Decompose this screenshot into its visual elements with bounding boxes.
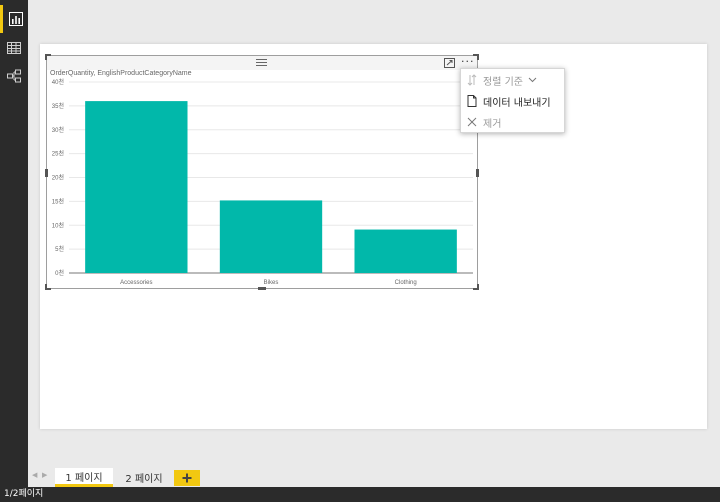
prev-page-arrow-icon[interactable]: ◀ xyxy=(32,471,37,479)
bar-bikes[interactable] xyxy=(219,200,323,273)
report-view-button[interactable] xyxy=(0,5,28,33)
y-tick-label: 5천 xyxy=(55,245,64,253)
chevron-down-icon xyxy=(528,77,537,83)
relationships-icon xyxy=(7,69,21,83)
report-canvas[interactable]: ··· OrderQuantity, EnglishProductCategor… xyxy=(40,44,707,429)
menu-item-sort[interactable]: 정렬 기준 xyxy=(461,70,564,90)
y-tick-label: 15천 xyxy=(52,197,64,205)
sort-icon xyxy=(467,74,477,86)
page-tab-bar: ◀ ▶ 1 페이지 2 페이지 xyxy=(28,467,720,487)
menu-item-export-data[interactable]: 데이터 내보내기 xyxy=(461,91,564,111)
left-rail xyxy=(0,0,28,487)
close-icon xyxy=(467,117,477,127)
visual-context-menu: 정렬 기준 데이터 내보내기 제거 xyxy=(460,68,565,133)
bar-clothing[interactable] xyxy=(354,229,457,273)
next-page-arrow-icon[interactable]: ▶ xyxy=(42,471,47,479)
menu-item-label: 데이터 내보내기 xyxy=(483,97,551,109)
y-tick-label: 0천 xyxy=(55,269,64,277)
y-tick-label: 10천 xyxy=(52,221,64,229)
y-tick-label: 30천 xyxy=(52,126,64,134)
y-tick-label: 40천 xyxy=(52,78,64,86)
menu-item-label: 제거 xyxy=(483,118,502,130)
relationships-view-button[interactable] xyxy=(0,62,28,90)
bar-chart: 0천 5천 10천 15천 20천 25천 30천 35천 40천 Accessories Bike… xyxy=(52,78,473,286)
menu-item-label: 정렬 기준 xyxy=(483,76,523,88)
x-tick-label: Bikes xyxy=(264,280,279,286)
x-tick-label: Clothing xyxy=(395,280,417,286)
tab-page-2[interactable]: 2 페이지 xyxy=(116,468,172,487)
data-view-button[interactable] xyxy=(0,34,28,62)
report-icon xyxy=(8,12,23,26)
status-bar: 1/2페이지 xyxy=(0,487,720,502)
add-page-button[interactable] xyxy=(174,470,200,486)
plus-icon xyxy=(182,473,192,483)
y-tick-label: 25천 xyxy=(52,150,64,158)
y-tick-label: 35천 xyxy=(52,102,64,110)
menu-item-remove[interactable]: 제거 xyxy=(461,112,564,132)
bar-accessories[interactable] xyxy=(85,101,188,273)
page-indicator: 1/2페이지 xyxy=(4,489,44,499)
data-icon xyxy=(7,42,21,54)
tab-page-1[interactable]: 1 페이지 xyxy=(55,468,113,487)
export-icon xyxy=(467,95,477,107)
x-tick-label: Accessories xyxy=(120,280,152,286)
y-tick-label: 20천 xyxy=(52,174,64,182)
bar-chart-visual[interactable]: ··· OrderQuantity, EnglishProductCategor… xyxy=(45,54,479,290)
